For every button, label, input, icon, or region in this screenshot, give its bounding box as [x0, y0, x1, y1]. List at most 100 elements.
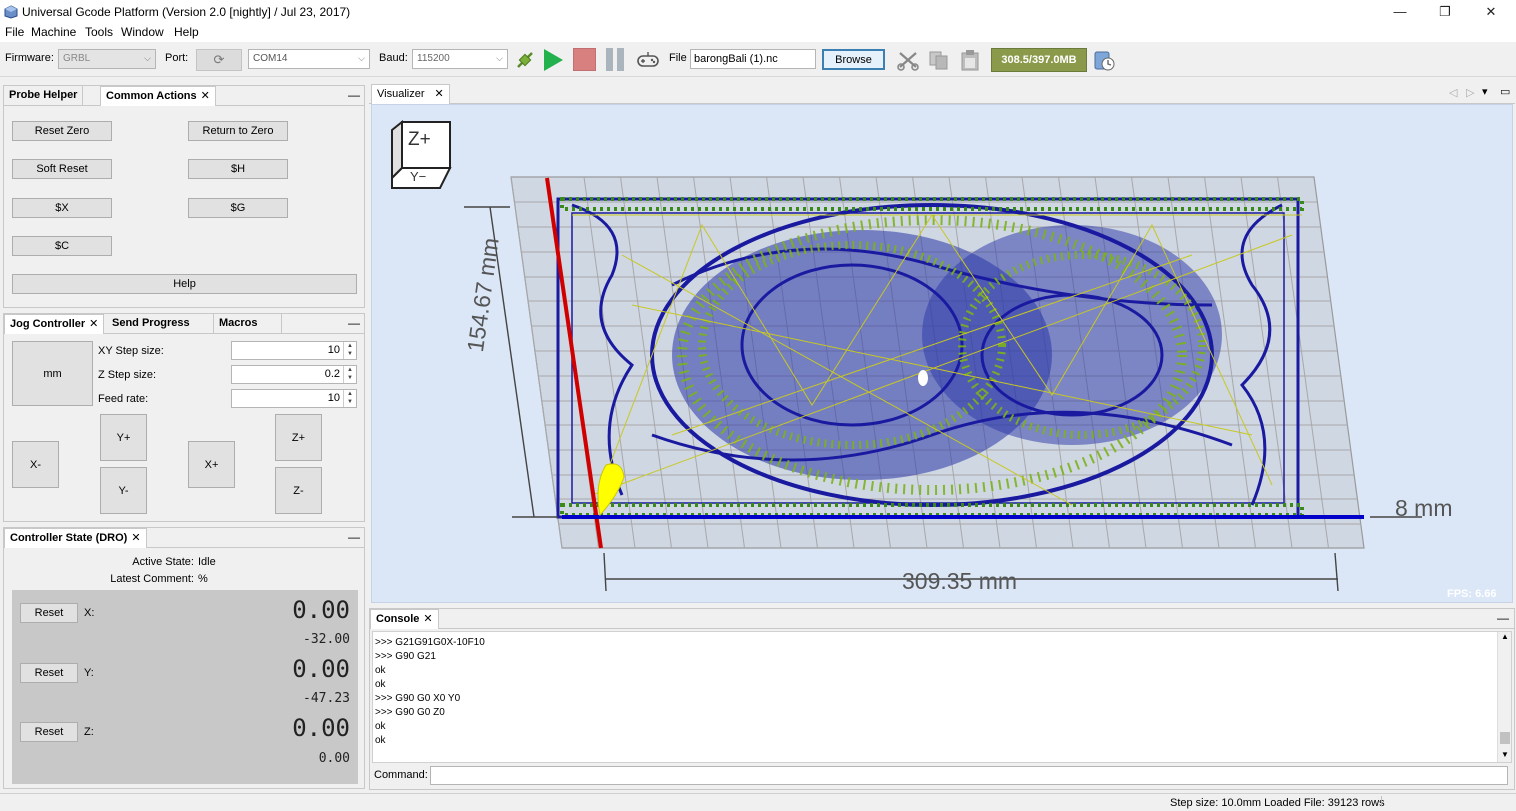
spinner-arrows-icon[interactable]: ▲ ▼ [343, 366, 356, 383]
stop-icon[interactable] [573, 48, 596, 71]
unlock-button[interactable]: $X [12, 198, 112, 218]
home-button[interactable]: $H [188, 159, 288, 179]
port-label: Port: [165, 52, 189, 64]
command-input[interactable] [430, 766, 1508, 785]
connect-icon[interactable] [515, 50, 535, 70]
view-cube[interactable]: Z+ Y− [390, 120, 452, 190]
baud-select[interactable]: 115200 ⌵ [412, 49, 508, 69]
tab-visualizer[interactable]: Visualizer ✕ [371, 84, 450, 104]
maximize-panel-icon[interactable]: ▭ [1500, 85, 1510, 98]
return-to-zero-button[interactable]: Return to Zero [188, 121, 288, 141]
console-text: >>> G21G91G0X-10F10 >>> G90 G21 ok ok >>… [375, 637, 485, 746]
common-actions-tabbar: Probe Helper Common Actions ✕ — [4, 86, 364, 106]
pause-icon[interactable] [604, 48, 626, 71]
memory-usage-bar[interactable]: 308.5/397.0MB [991, 48, 1087, 72]
button-label: Reset Zero [34, 125, 90, 137]
tab-macros[interactable]: Macros [214, 314, 282, 334]
close-icon[interactable]: ✕ [435, 88, 444, 100]
chevron-down-icon: ⌵ [144, 53, 151, 63]
tab-probe-helper[interactable]: Probe Helper [4, 86, 84, 106]
port-select[interactable]: COM14 ⌵ [248, 49, 370, 69]
close-window-button[interactable]: ✕ [1468, 0, 1514, 24]
copy-icon[interactable] [928, 50, 950, 71]
check-mode-button[interactable]: $C [12, 236, 112, 256]
minimize-panel-icon[interactable]: — [348, 316, 360, 330]
tab-console[interactable]: Console ✕ [370, 609, 439, 629]
firmware-select[interactable]: GRBL ⌵ [58, 49, 156, 69]
jog-y-minus-button[interactable]: Y- [100, 467, 147, 514]
menu-tools[interactable]: Tools [85, 25, 113, 39]
scroll-down-icon[interactable]: ▼ [1501, 750, 1509, 759]
firmware-value: GRBL [63, 53, 91, 64]
close-icon[interactable]: ✕ [201, 90, 210, 102]
browse-button[interactable]: Browse [822, 49, 885, 70]
visualizer-canvas[interactable]: Z+ Y− 154.67 mm 309.35 mm 8 mm FPS: 6.66 [371, 104, 1513, 603]
minimize-panel-icon[interactable]: — [348, 88, 360, 102]
tab-send-progress[interactable]: Send Progress [107, 314, 214, 334]
spinner-arrows-icon[interactable]: ▲ ▼ [343, 342, 356, 359]
scroll-left-icon[interactable]: ◁ [1449, 86, 1457, 99]
jog-tabbar: Jog Controller ✕ Send Progress Macros — [4, 314, 364, 334]
status-bar: Step size: 10.0mm Loaded File: 39123 row… [0, 793, 1516, 811]
unit-toggle-button[interactable]: mm [12, 341, 93, 406]
file-path-field[interactable]: barongBali (1).nc [690, 49, 816, 69]
jog-z-minus-button[interactable]: Z- [275, 467, 322, 514]
soft-reset-button[interactable]: Soft Reset [12, 159, 112, 179]
button-label: Y+ [116, 431, 131, 444]
jog-z-plus-button[interactable]: Z+ [275, 414, 322, 461]
feed-rate-value: 10 [327, 392, 340, 404]
menu-machine[interactable]: Machine [31, 25, 76, 39]
minimize-window-button[interactable]: — [1377, 0, 1423, 24]
refresh-ports-button[interactable]: ⟳ [196, 49, 242, 71]
menu-help[interactable]: Help [174, 25, 199, 39]
console-output[interactable]: >>> G21G91G0X-10F10 >>> G90 G21 ok ok >>… [372, 631, 1512, 763]
tab-label: Controller State (DRO) [10, 532, 128, 544]
firmware-label: Firmware: [5, 52, 54, 64]
jog-y-plus-button[interactable]: Y+ [100, 414, 147, 461]
close-icon[interactable]: ✕ [423, 613, 432, 625]
gcode-state-button[interactable]: $G [188, 198, 288, 218]
play-icon[interactable] [541, 47, 565, 73]
menu-file[interactable]: File [5, 25, 24, 39]
browse-label: Browse [835, 53, 872, 66]
reset-zero-button[interactable]: Reset Zero [12, 121, 112, 141]
garbage-collect-icon[interactable] [1092, 48, 1116, 72]
y-machine-position: -47.23 [303, 691, 350, 706]
chevron-down-icon: ⌵ [358, 53, 365, 63]
tab-controller-state[interactable]: Controller State (DRO) ✕ [4, 528, 147, 548]
width-dimension-label: 309.35 mm [902, 568, 1018, 594]
tab-jog-controller[interactable]: Jog Controller ✕ [4, 314, 105, 334]
button-label: Help [173, 278, 196, 290]
reset-z-button[interactable]: Reset [20, 722, 78, 742]
jog-x-plus-button[interactable]: X+ [188, 441, 235, 488]
button-label: Z- [293, 484, 304, 497]
x-work-position: 0.00 [292, 596, 350, 624]
minimize-panel-icon[interactable]: — [1497, 611, 1509, 625]
console-scrollbar[interactable]: ▲ ▼ [1497, 632, 1511, 762]
menu-window[interactable]: Window [121, 25, 164, 39]
reset-x-button[interactable]: Reset [20, 603, 78, 623]
cut-icon[interactable] [897, 50, 919, 71]
spinner-arrows-icon[interactable]: ▲ ▼ [343, 390, 356, 407]
tab-label: Macros [219, 317, 258, 329]
tab-list-icon[interactable]: ▾ [1482, 85, 1488, 98]
paste-icon[interactable] [959, 49, 981, 71]
restore-window-button[interactable]: ❐ [1422, 0, 1468, 24]
close-icon[interactable]: ✕ [89, 318, 98, 330]
z-axis-label: Z: [84, 726, 94, 738]
jog-x-minus-button[interactable]: X- [12, 441, 59, 488]
tab-common-actions[interactable]: Common Actions ✕ [100, 86, 216, 106]
scroll-up-icon[interactable]: ▲ [1501, 632, 1509, 641]
feed-rate-input[interactable]: 10 ▲ ▼ [231, 389, 357, 408]
title-bar: Universal Gcode Platform (Version 2.0 [n… [0, 0, 1516, 24]
scroll-right-icon[interactable]: ▷ [1466, 86, 1474, 99]
reset-y-button[interactable]: Reset [20, 663, 78, 683]
help-button[interactable]: Help [12, 274, 357, 294]
minimize-panel-icon[interactable]: — [348, 530, 360, 544]
gamepad-icon[interactable] [636, 50, 660, 70]
scrollbar-thumb[interactable] [1500, 732, 1510, 744]
z-step-input[interactable]: 0.2 ▲ ▼ [231, 365, 357, 384]
latest-comment-value: % [198, 573, 208, 585]
xy-step-input[interactable]: 10 ▲ ▼ [231, 341, 357, 360]
close-icon[interactable]: ✕ [131, 532, 140, 544]
